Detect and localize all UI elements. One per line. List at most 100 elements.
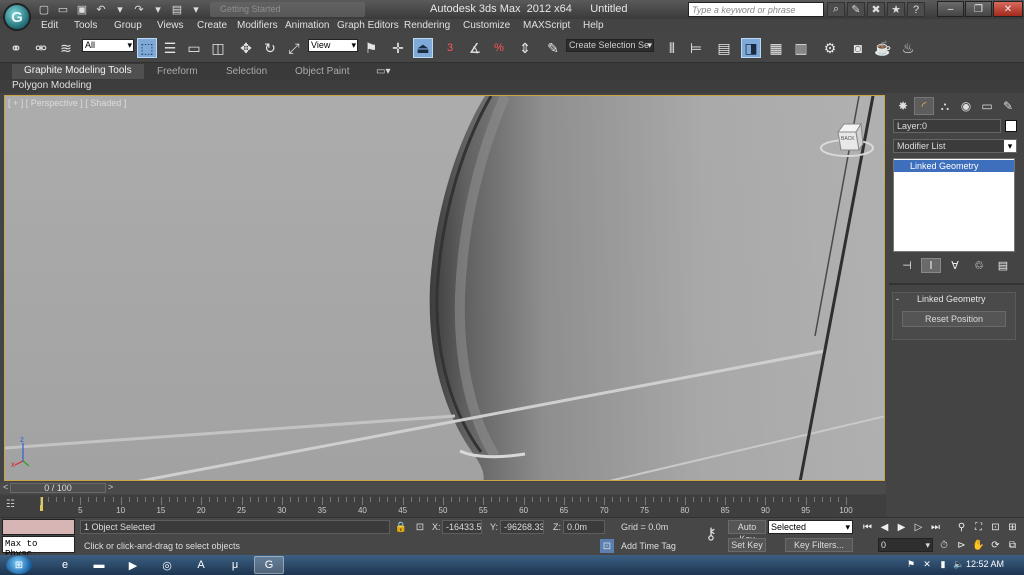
- next-frame-icon[interactable]: ▷: [911, 520, 926, 534]
- menu-modifiers[interactable]: Modifiers: [237, 20, 278, 31]
- chrome-icon[interactable]: ◎: [152, 556, 182, 574]
- schematic-view-icon[interactable]: ⚙: [820, 38, 840, 58]
- minimize-icon[interactable]: –: [937, 1, 964, 17]
- reference-coordinate-dropdown[interactable]: View: [308, 39, 358, 52]
- remove-modifier-icon[interactable]: ♲: [969, 258, 989, 273]
- open-file-icon[interactable]: ▭: [55, 2, 71, 16]
- time-slider-thumb[interactable]: 0 / 100: [10, 483, 106, 493]
- object-name-field[interactable]: Layer:0: [893, 119, 1001, 133]
- maxscript-listener-input[interactable]: Max to Physc.: [2, 536, 75, 559]
- key-mode-dropdown[interactable]: Selected: [768, 520, 853, 534]
- window-crossing-icon[interactable]: ◫: [208, 38, 228, 58]
- menu-graph-editors[interactable]: Graph Editors: [337, 20, 399, 31]
- zoom-extents-icon[interactable]: ⊡: [988, 520, 1003, 534]
- modifier-stack[interactable]: Linked Geometry: [893, 158, 1015, 252]
- 3ds-max-taskbar-icon[interactable]: G: [254, 556, 284, 574]
- use-pivot-center-icon[interactable]: ⚑: [361, 38, 381, 58]
- zoom-icon[interactable]: ⚲: [954, 520, 969, 534]
- close-icon[interactable]: ✕: [993, 1, 1023, 17]
- menu-help[interactable]: Help: [583, 20, 604, 31]
- file-explorer-icon[interactable]: ▬: [84, 556, 114, 574]
- tray-flag-icon[interactable]: ⚑: [905, 558, 917, 571]
- select-and-move-icon[interactable]: ✥: [236, 38, 256, 58]
- favorites-star-icon[interactable]: ★: [887, 2, 905, 17]
- tab-freeform[interactable]: Freeform: [157, 66, 198, 77]
- rectangular-selection-icon[interactable]: ▭: [184, 38, 204, 58]
- viewcube-back-label[interactable]: BACK: [841, 136, 855, 142]
- time-configuration-icon[interactable]: ⏱: [937, 538, 951, 552]
- tab-graphite-modeling-tools[interactable]: Graphite Modeling Tools: [12, 64, 144, 79]
- perspective-viewport[interactable]: [ + ] [ Perspective ] [ Shaded ] BACK z …: [4, 95, 885, 481]
- layer-manager-icon[interactable]: ◨: [741, 38, 761, 58]
- time-tag-icon[interactable]: ⊡: [600, 539, 614, 553]
- modifier-stack-item[interactable]: Linked Geometry: [894, 160, 1014, 172]
- y-coordinate-field[interactable]: -96268.33i: [500, 520, 544, 534]
- modify-tab-icon[interactable]: ◜: [914, 97, 934, 115]
- pan-view-icon[interactable]: ✋: [971, 538, 986, 552]
- play-icon[interactable]: ▶: [894, 520, 909, 534]
- redo-icon[interactable]: ↷: [131, 2, 147, 16]
- help-icon[interactable]: ?: [907, 2, 925, 17]
- menu-views[interactable]: Views: [157, 20, 184, 31]
- utorrent-icon[interactable]: μ: [220, 556, 250, 574]
- mirror-icon[interactable]: ⫴: [662, 38, 682, 58]
- time-slider-prev-icon[interactable]: <: [3, 482, 8, 492]
- zoom-all-icon[interactable]: ⛶: [971, 520, 986, 534]
- orbit-icon[interactable]: ⟳: [988, 538, 1003, 552]
- select-and-scale-icon[interactable]: ⤢: [284, 38, 304, 58]
- maximize-viewport-icon[interactable]: ⧉: [1005, 538, 1020, 552]
- absolute-mode-icon[interactable]: ⊡: [413, 520, 427, 534]
- rollout-collapse-icon[interactable]: -: [896, 294, 899, 304]
- tray-network-icon[interactable]: ▮: [937, 558, 949, 571]
- add-time-tag[interactable]: Add Time Tag: [621, 541, 676, 551]
- quick-access-dropdown-icon[interactable]: ▾: [188, 2, 204, 16]
- select-by-name-icon[interactable]: ☰: [160, 38, 180, 58]
- render-setup-icon[interactable]: ☕: [873, 38, 893, 58]
- hierarchy-tab-icon[interactable]: ⛬: [935, 97, 955, 115]
- menu-customize[interactable]: Customize: [463, 20, 510, 31]
- viewport-label[interactable]: [ + ] [ Perspective ] [ Shaded ]: [8, 98, 126, 108]
- restore-icon[interactable]: ❐: [965, 1, 992, 17]
- spinner-snap-icon[interactable]: ⇕: [515, 38, 535, 58]
- render-production-icon[interactable]: ♨: [898, 38, 918, 58]
- start-button-icon[interactable]: ⊞: [6, 556, 32, 574]
- maxscript-listener-pink[interactable]: [2, 519, 75, 535]
- create-tab-icon[interactable]: ✸: [893, 97, 913, 115]
- material-editor-icon[interactable]: ◙: [848, 38, 868, 58]
- go-to-end-icon[interactable]: ⏭: [928, 520, 943, 534]
- menu-create[interactable]: Create: [197, 20, 227, 31]
- tab-object-paint[interactable]: Object Paint: [295, 66, 349, 77]
- redo-dropdown-icon[interactable]: ▾: [150, 2, 166, 16]
- select-and-manipulate-icon[interactable]: ✛: [388, 38, 408, 58]
- undo-dropdown-icon[interactable]: ▾: [112, 2, 128, 16]
- track-bar[interactable]: ☷ 5 10 15 20 25 30 35 40 45 50 55 60 65 70 75 80 85 90 95 1…: [0, 495, 886, 517]
- unlink-icon[interactable]: ⚮: [31, 38, 51, 58]
- menu-group[interactable]: Group: [114, 20, 142, 31]
- tray-action-icon[interactable]: ✕: [921, 558, 933, 571]
- set-key-button[interactable]: Set Key: [728, 538, 766, 552]
- acrobat-icon[interactable]: A: [186, 556, 216, 574]
- application-menu-logo[interactable]: G: [3, 3, 31, 31]
- make-unique-icon[interactable]: ∀: [945, 258, 965, 273]
- edit-named-selection-icon[interactable]: ✎: [543, 38, 563, 58]
- selection-lock-icon[interactable]: 🔒: [394, 520, 408, 534]
- tray-volume-icon[interactable]: 🔈: [953, 558, 965, 571]
- toggle-scene-explorer-icon[interactable]: ▤: [714, 38, 734, 58]
- pin-stack-icon[interactable]: ⊣: [897, 258, 917, 273]
- current-frame-spinner[interactable]: 0: [878, 538, 933, 552]
- align-icon[interactable]: ⊨: [686, 38, 706, 58]
- motion-tab-icon[interactable]: ◉: [956, 97, 976, 115]
- internet-explorer-icon[interactable]: e: [50, 556, 80, 574]
- polygon-modeling-panel[interactable]: Polygon Modeling: [12, 80, 92, 91]
- new-file-icon[interactable]: ▢: [36, 2, 52, 16]
- menu-rendering[interactable]: Rendering: [404, 20, 450, 31]
- configure-sets-icon[interactable]: ▤: [993, 258, 1013, 273]
- x-coordinate-field[interactable]: -16433.58i: [442, 520, 482, 534]
- keyboard-shortcut-override-icon[interactable]: ⏏: [413, 38, 433, 58]
- previous-frame-icon[interactable]: ◀: [877, 520, 892, 534]
- key-filters-button[interactable]: Key Filters...: [785, 538, 853, 552]
- bind-space-warp-icon[interactable]: ≋: [56, 38, 76, 58]
- undo-icon[interactable]: ↶: [93, 2, 109, 16]
- set-keys-key-icon[interactable]: ⚷: [700, 526, 722, 543]
- angle-snap-icon[interactable]: ∡: [465, 38, 485, 58]
